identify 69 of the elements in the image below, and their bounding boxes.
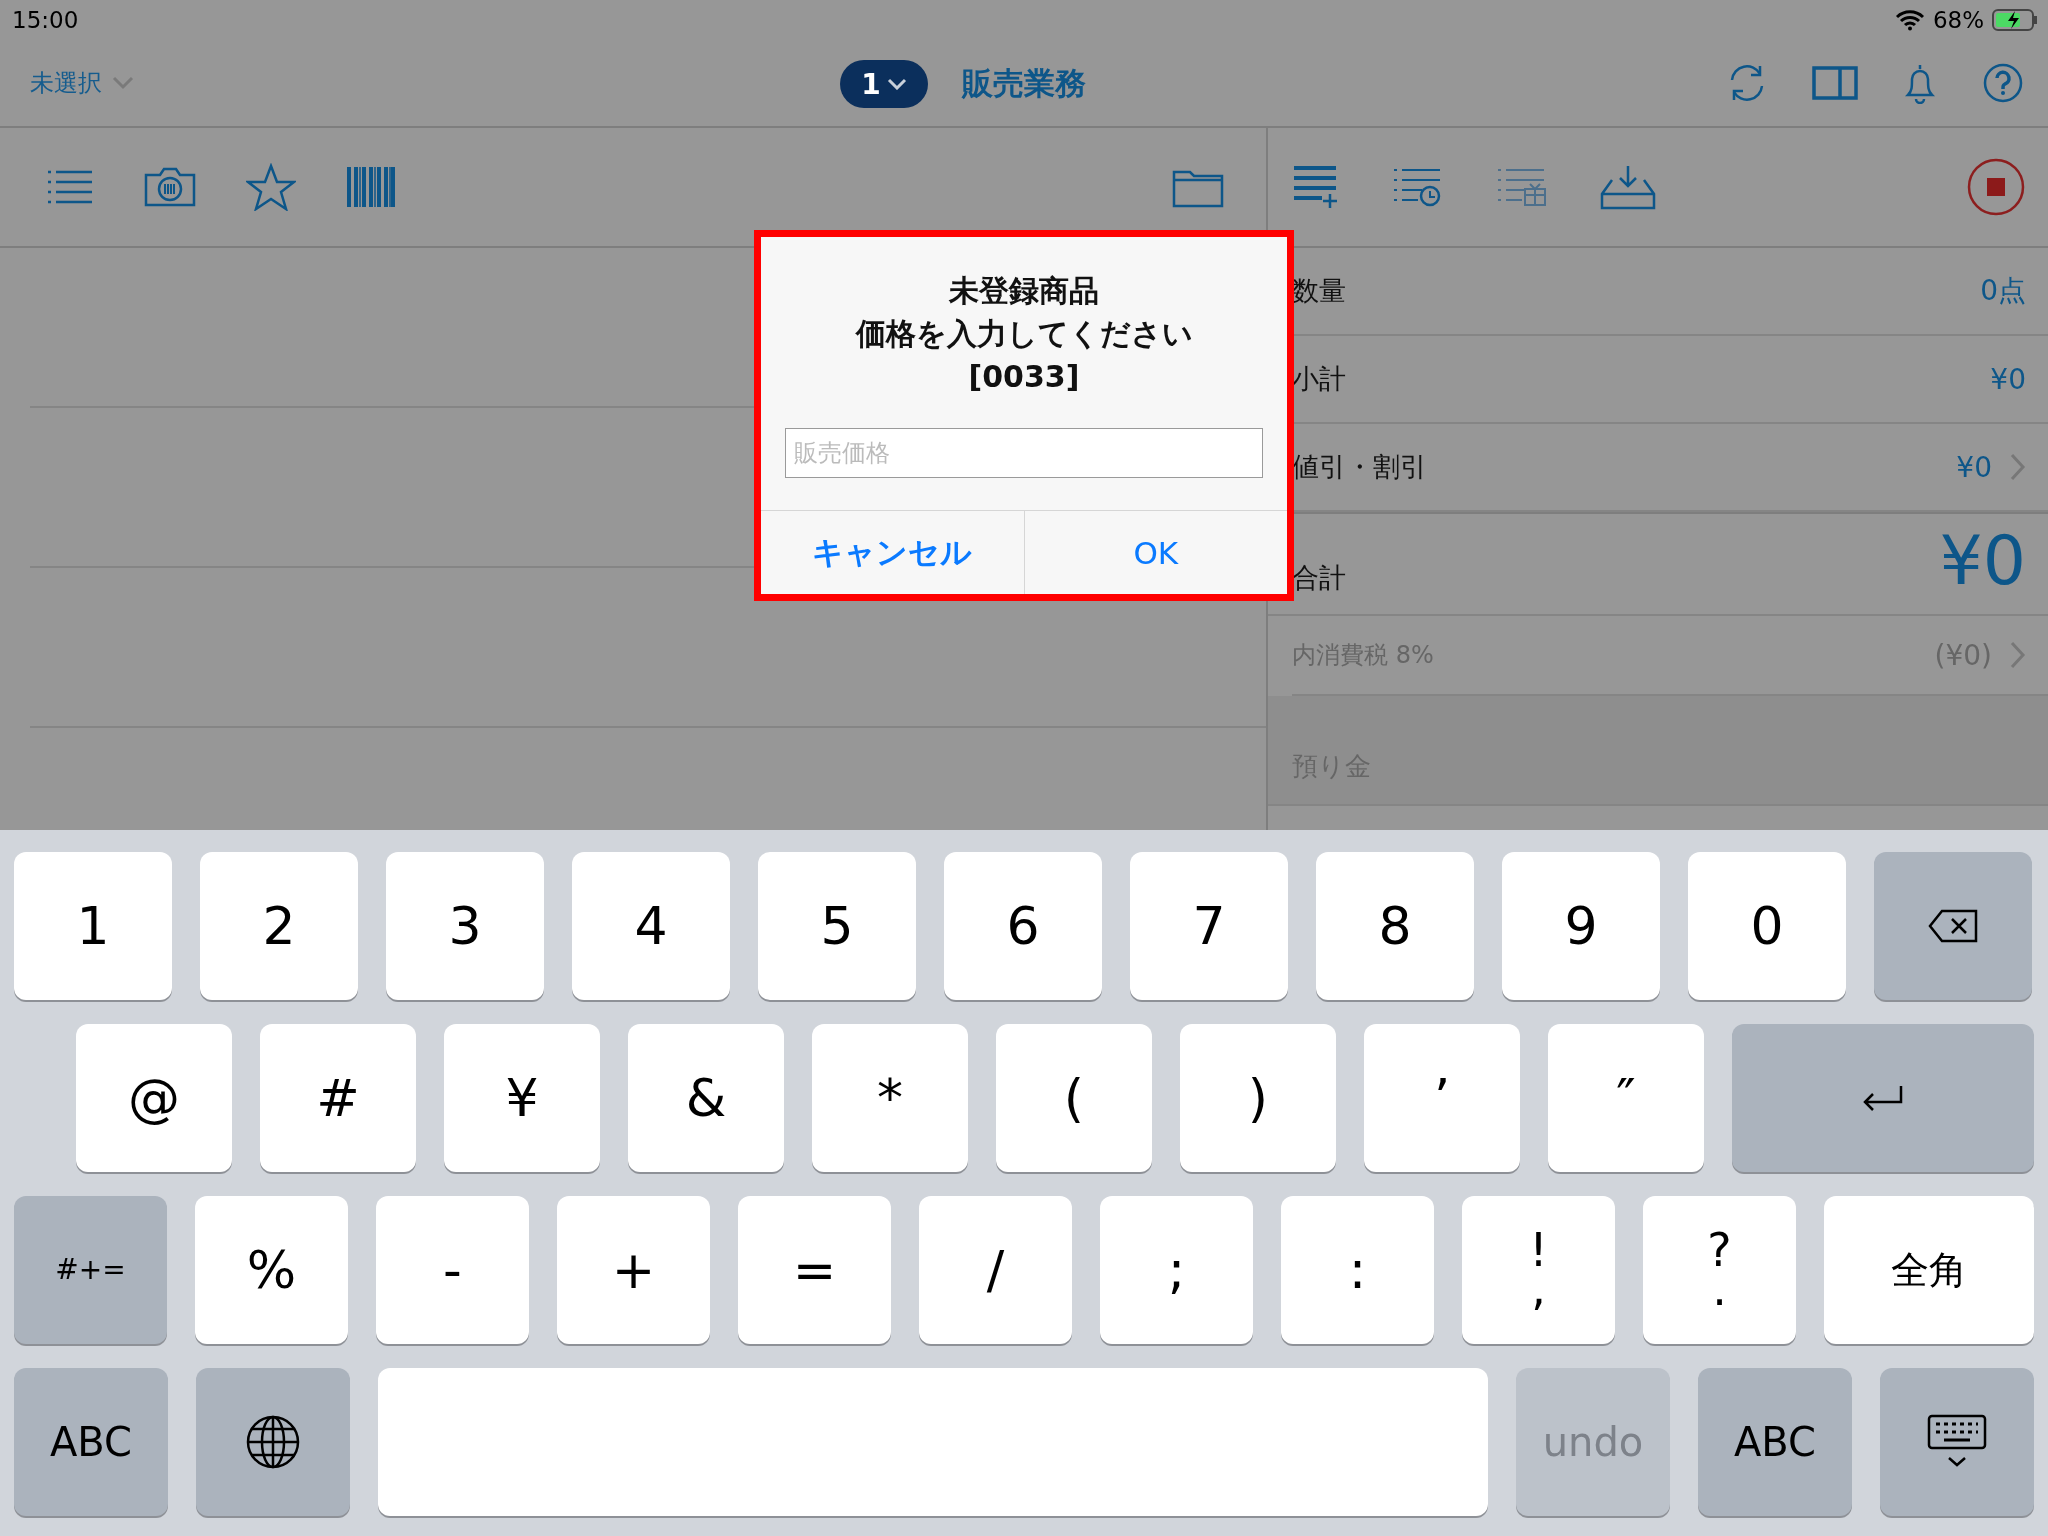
help-icon[interactable] xyxy=(1982,62,2024,104)
hide-keyboard-key[interactable] xyxy=(1880,1368,2034,1516)
price-input-field[interactable]: 販売価格 xyxy=(785,428,1263,478)
list-gift-icon[interactable] xyxy=(1496,167,1546,207)
key[interactable]: ! , xyxy=(1462,1196,1615,1344)
key[interactable]: 2 xyxy=(200,852,358,1000)
total-amount: ¥0 xyxy=(1939,519,2026,600)
key[interactable]: ? . xyxy=(1643,1196,1796,1344)
key[interactable]: @ xyxy=(76,1024,232,1172)
key[interactable]: 9 xyxy=(1502,852,1660,1000)
register-selector[interactable]: 1 xyxy=(840,60,928,108)
ok-button[interactable]: OK xyxy=(1023,511,1287,594)
key[interactable]: 6 xyxy=(944,852,1102,1000)
summary-value: ¥0 xyxy=(1956,450,1992,484)
summary-label: 数量 xyxy=(1292,274,1346,308)
globe-icon xyxy=(245,1414,301,1470)
key[interactable]: 0 xyxy=(1688,852,1846,1000)
key[interactable]: 3 xyxy=(386,852,544,1000)
key[interactable]: : xyxy=(1281,1196,1434,1344)
battery-percent: 68% xyxy=(1932,7,1984,33)
status-time: 15:00 xyxy=(12,7,79,33)
summary-label: 合計 xyxy=(1292,561,1346,595)
chevron-right-icon[interactable] xyxy=(2010,453,2026,481)
summary-value: ¥0 xyxy=(1990,362,2026,396)
key[interactable]: ; xyxy=(1100,1196,1253,1344)
key[interactable]: ) xyxy=(1180,1024,1336,1172)
key[interactable]: & xyxy=(628,1024,784,1172)
list-clock-icon[interactable] xyxy=(1392,167,1442,207)
key[interactable]: ( xyxy=(996,1024,1152,1172)
key[interactable]: #+= xyxy=(14,1196,167,1344)
key[interactable]: + xyxy=(557,1196,710,1344)
summary-label: 小計 xyxy=(1292,362,1346,396)
summary-value: 0点 xyxy=(1980,273,2026,309)
barcode-icon[interactable] xyxy=(346,166,396,208)
cancel-button[interactable]: キャンセル xyxy=(761,511,1024,594)
key[interactable]: 5 xyxy=(758,852,916,1000)
key[interactable]: / xyxy=(919,1196,1072,1344)
key[interactable]: - xyxy=(376,1196,529,1344)
backspace-key[interactable] xyxy=(1874,852,2032,1000)
key[interactable]: 7 xyxy=(1130,852,1288,1000)
chevron-right-icon[interactable] xyxy=(2010,641,2026,669)
key[interactable]: ABC xyxy=(14,1368,168,1516)
key[interactable]: # xyxy=(260,1024,416,1172)
key[interactable]: ¥ xyxy=(444,1024,600,1172)
key[interactable]: ″ xyxy=(1548,1024,1704,1172)
star-icon[interactable] xyxy=(246,163,296,211)
stop-button-icon[interactable] xyxy=(1966,157,2026,217)
key[interactable]: 4 xyxy=(572,852,730,1000)
camera-icon[interactable] xyxy=(144,167,196,207)
key[interactable]: ’ xyxy=(1364,1024,1520,1172)
add-list-icon[interactable] xyxy=(1292,164,1338,210)
globe-key[interactable] xyxy=(196,1368,350,1516)
split-view-icon[interactable] xyxy=(1812,66,1858,100)
key[interactable]: ABC xyxy=(1698,1368,1852,1516)
key[interactable]: 全角 xyxy=(1824,1196,2034,1344)
summary-label: 値引・割引 xyxy=(1292,450,1427,484)
inbox-download-icon[interactable] xyxy=(1600,164,1656,210)
key[interactable]: 8 xyxy=(1316,852,1474,1000)
battery-charging-icon xyxy=(1992,8,2038,32)
key[interactable]: = xyxy=(738,1196,891,1344)
dialog-message: 未登録商品 価格を入力してください [0033] xyxy=(854,272,1194,396)
key[interactable]: * xyxy=(812,1024,968,1172)
list-icon[interactable] xyxy=(46,169,94,205)
key[interactable]: 1 xyxy=(14,852,172,1000)
wifi-icon xyxy=(1894,9,1925,31)
key[interactable]: % xyxy=(195,1196,348,1344)
backspace-icon xyxy=(1928,909,1978,943)
return-icon xyxy=(1861,1084,1905,1112)
screen-title: 販売業務 xyxy=(962,64,1086,103)
